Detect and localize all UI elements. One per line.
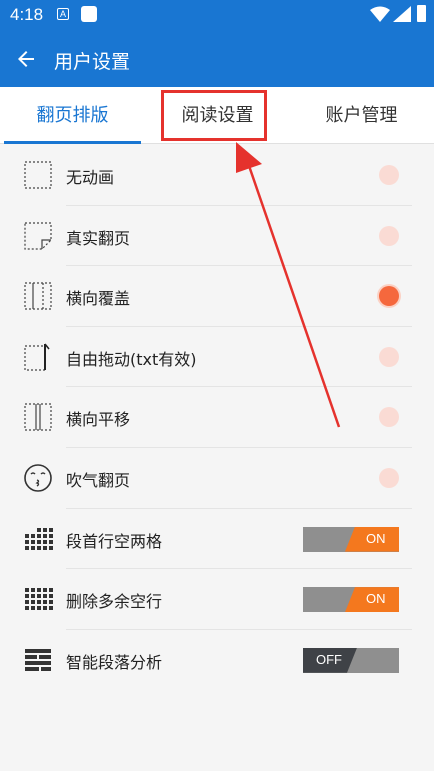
option-label: 真实翻页 bbox=[66, 228, 131, 248]
dotted-rect-icon bbox=[24, 161, 52, 189]
tab-indicator bbox=[4, 141, 141, 144]
page-title: 用户设置 bbox=[54, 51, 131, 73]
app-bar: 用户设置 bbox=[0, 30, 434, 87]
slide-icon bbox=[24, 403, 52, 431]
option-label: 删除多余空行 bbox=[66, 592, 163, 612]
list-item[interactable]: 吹气翻页 bbox=[0, 448, 434, 509]
battery-icon bbox=[417, 5, 426, 22]
remove-blank-lines-toggle[interactable]: ON bbox=[303, 587, 399, 613]
list-item[interactable]: 删除多余空行 ON bbox=[0, 569, 434, 630]
radio-button[interactable] bbox=[379, 407, 399, 428]
notification-a-icon: A bbox=[57, 8, 69, 20]
toggle-state: ON bbox=[366, 530, 386, 546]
full-grid-icon bbox=[25, 588, 53, 611]
annotation-highlight-box bbox=[161, 90, 267, 141]
list-item[interactable]: 无动画 bbox=[0, 145, 434, 206]
settings-list: 无动画 真实翻页 横向覆盖 自由拖动(txt有效) 横向平移 吹气翻页 段首行空… bbox=[0, 145, 434, 690]
signal-icon bbox=[393, 6, 411, 22]
back-arrow-icon[interactable] bbox=[14, 47, 38, 71]
option-label: 自由拖动(txt有效) bbox=[66, 349, 197, 369]
status-bar: 4:18 A bbox=[0, 0, 434, 30]
radio-button[interactable] bbox=[379, 346, 399, 367]
option-label: 智能段落分析 bbox=[66, 652, 163, 672]
wifi-icon bbox=[370, 6, 390, 22]
status-time: 4:18 bbox=[10, 5, 44, 24]
indent-grid-icon bbox=[25, 527, 53, 550]
notification-square-icon bbox=[81, 6, 97, 22]
tab-page-turn-layout[interactable]: 翻页排版 bbox=[0, 87, 145, 144]
blow-face-icon bbox=[24, 464, 52, 492]
list-item[interactable]: 真实翻页 bbox=[0, 206, 434, 267]
cover-icon bbox=[24, 282, 52, 310]
list-item[interactable]: 横向平移 bbox=[0, 387, 434, 448]
indent-toggle[interactable]: ON bbox=[303, 526, 399, 552]
list-item[interactable]: 段首行空两格 ON bbox=[0, 509, 434, 570]
radio-button[interactable] bbox=[379, 467, 399, 488]
list-item[interactable]: 横向覆盖 bbox=[0, 266, 434, 327]
radio-button-selected[interactable] bbox=[379, 286, 399, 307]
option-label: 吹气翻页 bbox=[66, 470, 131, 490]
option-label: 段首行空两格 bbox=[66, 531, 163, 551]
toggle-state: ON bbox=[366, 591, 386, 607]
list-item[interactable]: 自由拖动(txt有效) bbox=[0, 327, 434, 388]
page-curl-icon bbox=[24, 221, 52, 250]
list-item[interactable]: 智能段落分析 OFF bbox=[0, 630, 434, 691]
option-label: 横向覆盖 bbox=[66, 289, 131, 309]
tab-account-management[interactable]: 账户管理 bbox=[289, 87, 434, 144]
toggle-state: OFF bbox=[316, 651, 342, 667]
paragraph-icon bbox=[25, 648, 51, 671]
drag-icon bbox=[24, 343, 50, 371]
option-label: 横向平移 bbox=[66, 410, 131, 430]
smart-paragraph-toggle[interactable]: OFF bbox=[303, 647, 399, 673]
radio-button[interactable] bbox=[379, 165, 399, 185]
radio-button[interactable] bbox=[379, 225, 399, 246]
option-label: 无动画 bbox=[66, 168, 115, 187]
